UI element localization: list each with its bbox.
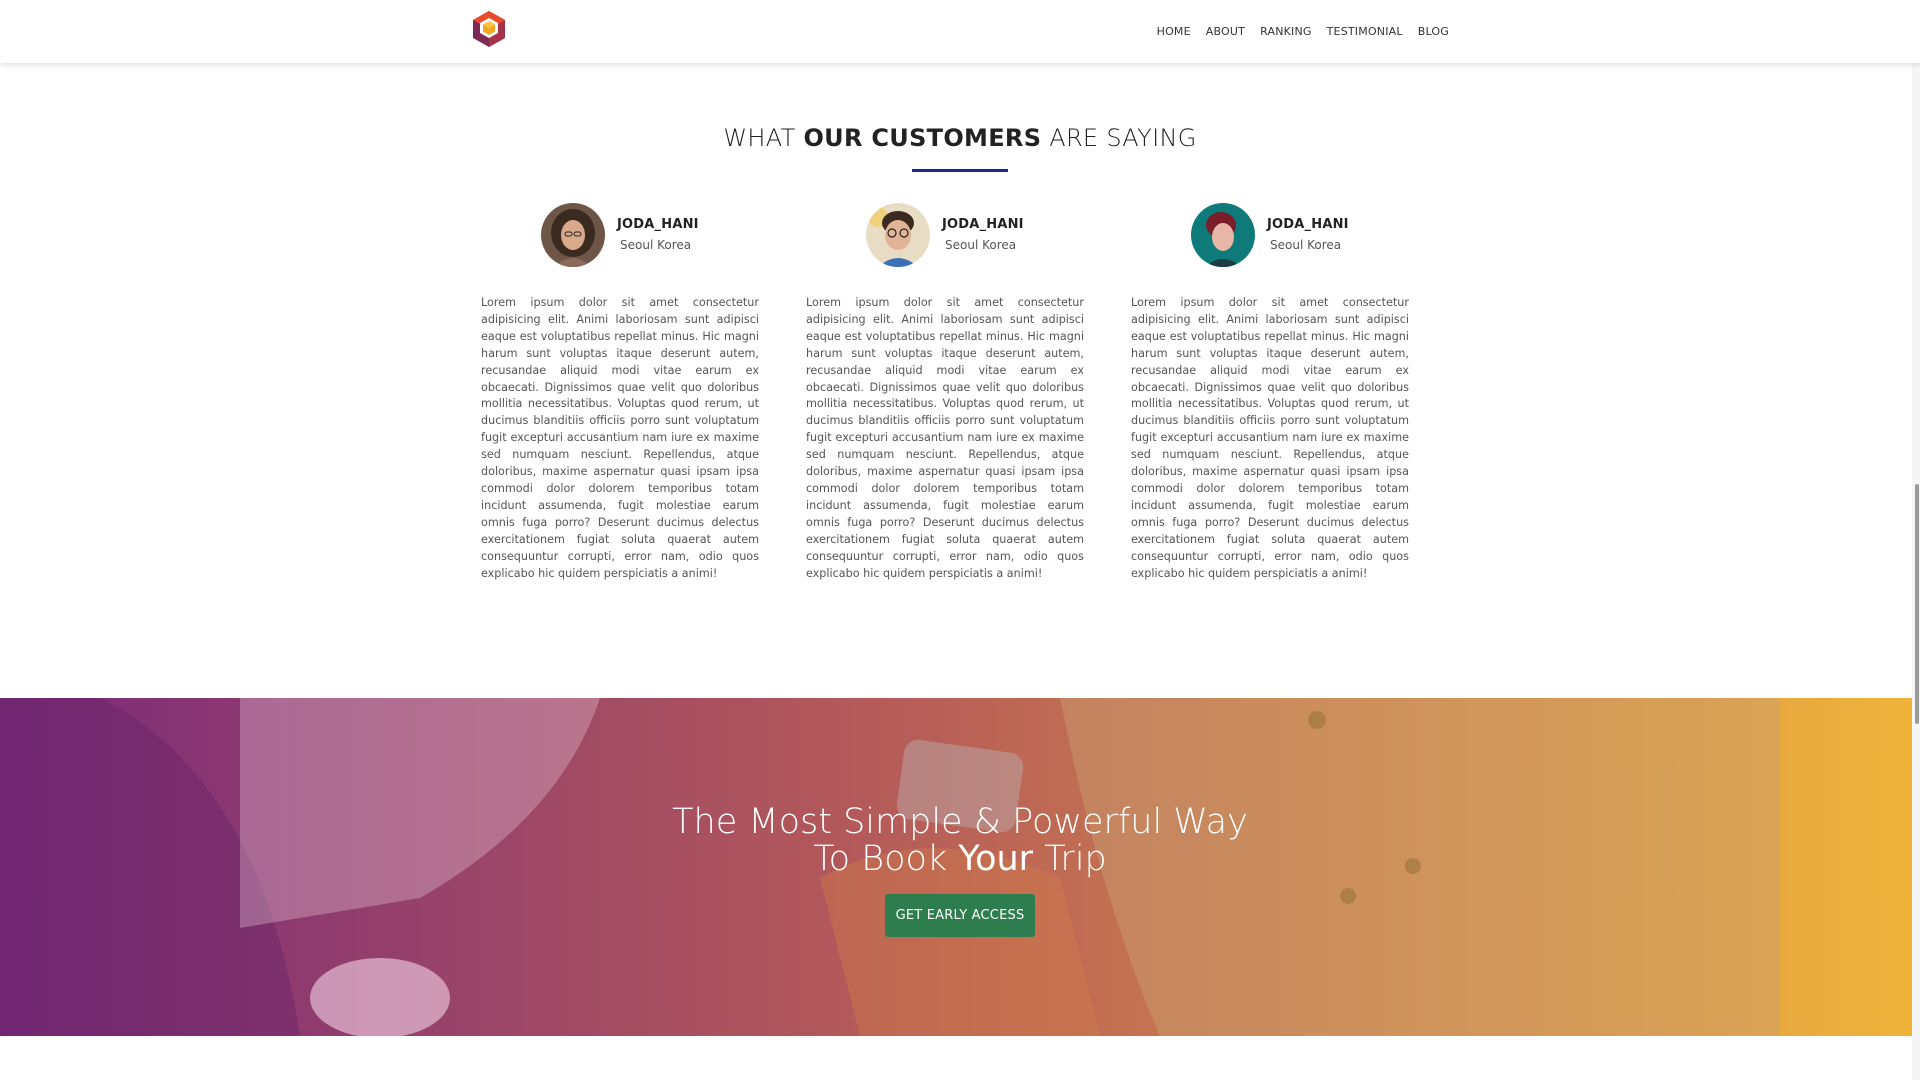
banner-line2-pre: To Book xyxy=(813,839,959,879)
banner-line2-bold: Your xyxy=(958,839,1034,879)
nav-home[interactable]: HOME xyxy=(1157,25,1191,38)
avatar xyxy=(541,203,605,267)
section-title-pre: WHAT xyxy=(723,124,804,152)
testimonial-text: Lorem ipsum dolor sit amet consectetur a… xyxy=(481,296,759,580)
banner-title: The Most Simple & Powerful Way To Book Y… xyxy=(0,804,1920,878)
testimonial-location: Seoul Korea xyxy=(620,238,692,252)
scrollbar-thumb[interactable] xyxy=(1915,484,1919,724)
testimonial-location: Seoul Korea xyxy=(945,238,1017,252)
testimonial-card: JODA_HANI Seoul Korea Lorem ipsum dolor … xyxy=(1131,203,1409,582)
get-early-access-button[interactable]: GET EARLY ACCESS xyxy=(885,894,1035,937)
nav-blog[interactable]: BLOG xyxy=(1418,25,1449,38)
testimonial-name: JODA_HANI xyxy=(617,217,699,232)
nav-about[interactable]: ABOUT xyxy=(1206,25,1245,38)
testimonial-card: JODA_HANI Seoul Korea Lorem ipsum dolor … xyxy=(806,203,1084,582)
banner-title-line2: To Book Your Trip xyxy=(813,839,1107,879)
testimonial-text: Lorem ipsum dolor sit amet consectetur a… xyxy=(806,296,1084,580)
avatar xyxy=(1191,203,1255,267)
nav-ranking[interactable]: RANKING xyxy=(1260,25,1312,38)
title-underline xyxy=(912,169,1008,172)
main-nav: HOME ABOUT RANKING TESTIMONIAL BLOG xyxy=(1157,0,1449,63)
hexagon-cube-logo-icon[interactable] xyxy=(471,10,507,48)
cta-banner: The Most Simple & Powerful Way To Book Y… xyxy=(0,698,1920,1036)
section-title-post: ARE SAYING xyxy=(1041,124,1197,152)
testimonial-location: Seoul Korea xyxy=(1270,238,1342,252)
testimonial-card: JODA_HANI Seoul Korea Lorem ipsum dolor … xyxy=(481,203,759,582)
scrollbar-track[interactable] xyxy=(1912,0,1920,1080)
avatar xyxy=(866,203,930,267)
testimonial-name: JODA_HANI xyxy=(942,217,1024,232)
testimonial-person: JODA_HANI Seoul Korea xyxy=(806,203,1084,267)
testimonial-list: JODA_HANI Seoul Korea Lorem ipsum dolor … xyxy=(481,203,1409,583)
testimonial-name: JODA_HANI xyxy=(1267,217,1349,232)
testimonial-person: JODA_HANI Seoul Korea xyxy=(481,203,759,267)
section-title-bold: OUR CUSTOMERS xyxy=(803,124,1042,152)
site-header: HOME ABOUT RANKING TESTIMONIAL BLOG xyxy=(0,0,1920,63)
banner-line2-post: Trip xyxy=(1033,839,1107,879)
nav-testimonial[interactable]: TESTIMONIAL xyxy=(1327,25,1403,38)
section-title: WHAT OUR CUSTOMERS ARE SAYING xyxy=(0,124,1920,152)
banner-title-line1: The Most Simple & Powerful Way xyxy=(672,802,1248,842)
testimonial-text: Lorem ipsum dolor sit amet consectetur a… xyxy=(1131,296,1409,580)
testimonial-person: JODA_HANI Seoul Korea xyxy=(1131,203,1409,267)
